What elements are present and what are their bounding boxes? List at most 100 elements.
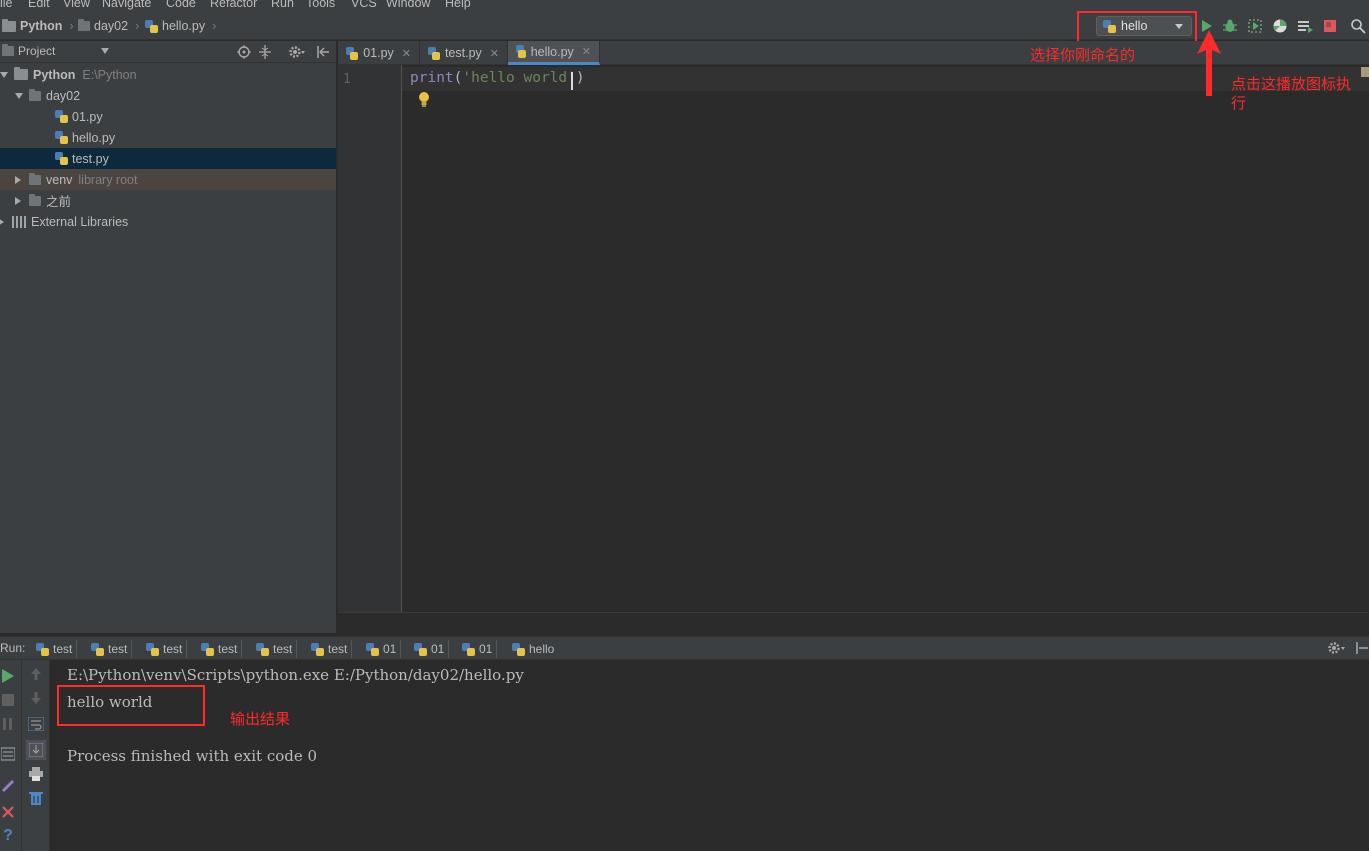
clear-all-button[interactable] <box>28 790 44 806</box>
tree-item-external-libraries[interactable]: External Libraries <box>0 211 336 232</box>
tab-test-py[interactable]: test.py ✕ <box>420 41 508 65</box>
expand-arrow-icon[interactable] <box>15 175 21 184</box>
collapse-all-icon[interactable] <box>258 45 272 59</box>
tree-item-label: venv <box>46 172 73 187</box>
locate-icon[interactable] <box>237 45 251 59</box>
project-view-selector[interactable]: Project <box>2 44 110 58</box>
soft-wrap-button[interactable] <box>28 716 44 732</box>
expand-arrow-icon[interactable] <box>15 196 21 205</box>
menu-navigate[interactable]: Navigate <box>102 0 151 10</box>
tree-item-root[interactable]: Python E:\Python <box>0 64 336 85</box>
chevron-right-icon: › <box>135 19 140 33</box>
run-tab[interactable]: test <box>252 640 298 658</box>
menu-edit[interactable]: Edit <box>28 0 50 10</box>
stop-button[interactable] <box>0 692 16 708</box>
run-tab[interactable]: test <box>307 640 353 658</box>
pause-button[interactable] <box>0 716 16 732</box>
menu-run[interactable]: Run <box>271 0 294 10</box>
pin-tab-button[interactable] <box>0 778 16 794</box>
gear-icon[interactable] <box>288 45 306 59</box>
tab-hello-py[interactable]: hello.py ✕ <box>508 41 600 65</box>
tab-01-py[interactable]: 01.py ✕ <box>338 41 420 65</box>
annotation-select-config: 选择你刚命名的 <box>1030 46 1136 64</box>
concurrency-diagram-button[interactable] <box>1297 18 1313 34</box>
tree-item-file-test[interactable]: test.py <box>0 148 336 169</box>
close-icon[interactable]: ✕ <box>402 47 411 60</box>
stop-button[interactable] <box>1322 18 1338 34</box>
python-icon <box>256 642 269 656</box>
tab-label: hello.py <box>530 44 574 59</box>
python-icon <box>512 642 525 656</box>
hide-panel-icon[interactable] <box>1355 641 1369 655</box>
editor-gutter: 1 <box>338 65 402 612</box>
python-file-icon <box>55 152 68 165</box>
scroll-to-end-button[interactable] <box>26 740 46 760</box>
menu-file[interactable]: ile <box>0 0 13 10</box>
search-icon <box>1351 19 1366 34</box>
python-file-icon <box>145 19 158 33</box>
lightbulb-icon[interactable] <box>417 91 431 109</box>
run-with-coverage-button[interactable] <box>1247 18 1263 34</box>
close-icon[interactable]: ✕ <box>582 45 591 58</box>
run-tab[interactable]: test <box>32 640 78 658</box>
run-tab[interactable]: 01 <box>458 640 498 658</box>
arrow-down-icon <box>31 692 41 704</box>
debug-button[interactable] <box>1222 18 1238 34</box>
menu-vcs[interactable]: VCS <box>351 0 377 10</box>
run-tab[interactable]: test <box>197 640 243 658</box>
menu-window[interactable]: Window <box>386 0 430 10</box>
tree-item-label: test.py <box>72 151 109 166</box>
tree-item-file-hello[interactable]: hello.py <box>0 127 336 148</box>
project-view-label: Project <box>18 44 56 58</box>
search-everywhere-button[interactable] <box>1350 18 1366 34</box>
scroll-down-button[interactable] <box>28 690 44 706</box>
menu-view[interactable]: View <box>63 0 90 10</box>
rerun-button[interactable] <box>0 668 16 684</box>
tree-item-label: External Libraries <box>31 214 129 229</box>
tree-item-before[interactable]: 之前 <box>0 190 336 211</box>
code-editor[interactable]: print('hello world') <box>402 65 1369 612</box>
menu-tools[interactable]: Tools <box>306 0 335 10</box>
run-tab-label: test <box>273 642 293 656</box>
dump-threads-button[interactable] <box>0 746 16 762</box>
gear-icon[interactable] <box>1327 641 1347 655</box>
python-file-icon <box>55 131 68 144</box>
menu-help[interactable]: Help <box>445 0 471 10</box>
close-icon[interactable]: ✕ <box>490 47 499 60</box>
tree-item-day02[interactable]: day02 <box>0 85 336 106</box>
menu-code[interactable]: Code <box>166 0 196 10</box>
run-configuration-selector[interactable]: hello <box>1096 16 1192 36</box>
annotation-click-play-cont: 行 <box>1231 94 1247 112</box>
tree-item-file-01[interactable]: 01.py <box>0 106 336 127</box>
chevron-down-icon <box>1175 23 1183 29</box>
run-tab[interactable]: 01 <box>362 640 402 658</box>
close-run-button[interactable] <box>0 804 16 820</box>
breadcrumb-file[interactable]: hello.py › <box>145 17 216 35</box>
folder-icon <box>78 19 90 31</box>
menu-refactor[interactable]: Refactor <box>210 0 257 10</box>
python-icon <box>462 642 475 656</box>
expand-arrow-icon[interactable] <box>0 217 4 226</box>
expand-arrow-icon[interactable] <box>15 92 23 99</box>
profile-button[interactable] <box>1272 18 1288 34</box>
breadcrumb-folder[interactable]: day02 › <box>78 17 139 35</box>
python-file-icon <box>346 46 359 60</box>
help-button[interactable]: ? <box>0 827 16 844</box>
library-icon <box>12 215 26 228</box>
tree-item-venv[interactable]: venv library root <box>0 169 336 190</box>
python-icon <box>201 642 214 656</box>
hide-panel-icon[interactable] <box>316 45 330 59</box>
run-tab[interactable]: 01 <box>410 640 450 658</box>
run-tab[interactable]: test <box>87 640 133 658</box>
run-console[interactable]: E:\Python\venv\Scripts\python.exe E:/Pyt… <box>50 660 1369 851</box>
help-icon: ? <box>3 827 13 844</box>
run-tab[interactable]: test <box>142 640 188 658</box>
print-button[interactable] <box>28 766 44 782</box>
tab-label: 01.py <box>363 46 394 60</box>
profiler-icon <box>1273 19 1287 33</box>
expand-arrow-icon[interactable] <box>0 71 8 78</box>
run-tab-active[interactable]: hello <box>508 640 558 658</box>
run-tab-label: test <box>53 642 73 656</box>
breadcrumb-project[interactable]: Python › <box>2 17 74 35</box>
scroll-up-button[interactable] <box>28 666 44 682</box>
